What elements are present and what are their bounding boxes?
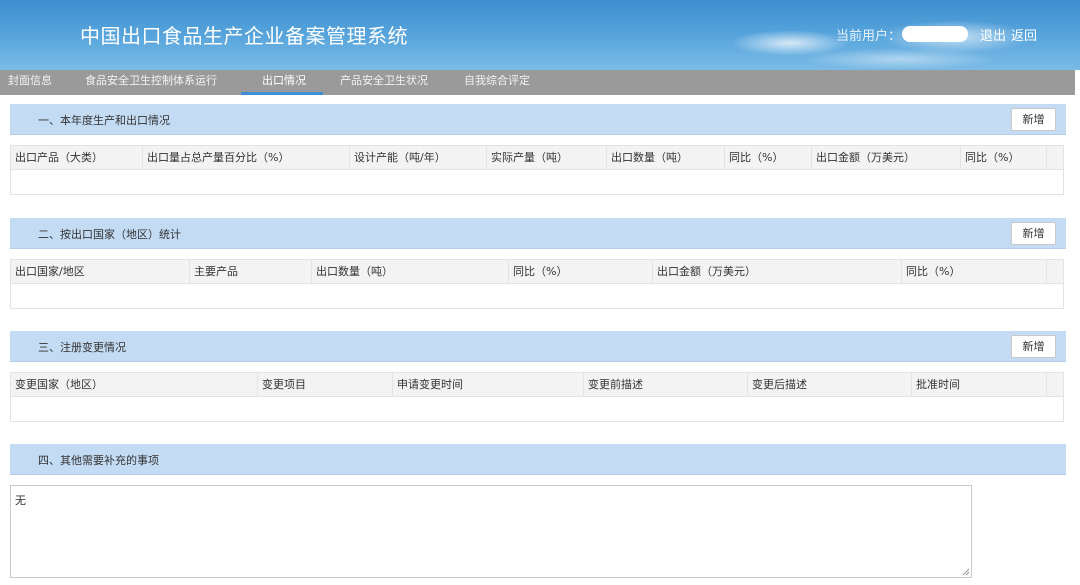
- column-header-spacer: [1047, 146, 1065, 170]
- registration-changes-table: 变更国家（地区） 变更项目 申请变更时间 变更前描述 变更后描述 批准时间: [10, 372, 1064, 422]
- tab-food-safety-system[interactable]: 食品安全卫生控制体系运行: [85, 70, 217, 95]
- column-header: 同比（%）: [725, 146, 812, 170]
- active-tab-indicator: [241, 92, 323, 95]
- section-header-by-country: 二、按出口国家（地区）统计 新增: [10, 218, 1066, 249]
- column-header: 主要产品: [190, 260, 312, 284]
- table-header-row: 出口产品（大类） 出口量占总产量百分比（%） 设计产能（吨/年） 实际产量（吨）…: [11, 146, 1063, 170]
- header-cloud-decoration: [800, 48, 1000, 70]
- nav-tabs: 封面信息 食品安全卫生控制体系运行 出口情况 产品安全卫生状况 自我综合评定: [0, 70, 1075, 95]
- add-button[interactable]: 新增: [1011, 222, 1056, 245]
- resize-grip-icon[interactable]: [960, 566, 970, 576]
- add-button[interactable]: 新增: [1011, 108, 1056, 131]
- table-body-empty: [11, 284, 1063, 308]
- column-header: 变更项目: [258, 373, 393, 397]
- app-header: 中国出口食品生产企业备案管理系统 当前用户： 退出 返回: [0, 0, 1080, 70]
- column-header: 变更后描述: [748, 373, 912, 397]
- column-header: 出口产品（大类）: [11, 146, 143, 170]
- tab-product-safety[interactable]: 产品安全卫生状况: [340, 70, 428, 95]
- redacted-username: [902, 26, 968, 42]
- column-header-spacer: [1047, 260, 1065, 284]
- tab-self-assessment[interactable]: 自我综合评定: [464, 70, 530, 95]
- column-header: 出口数量（吨）: [312, 260, 509, 284]
- section-header-registration-changes: 三、注册变更情况 新增: [10, 331, 1066, 362]
- table-body-empty: [11, 170, 1063, 194]
- column-header: 出口国家/地区: [11, 260, 190, 284]
- column-header: 同比（%）: [902, 260, 1047, 284]
- tab-cover-info[interactable]: 封面信息: [8, 70, 52, 95]
- by-country-table: 出口国家/地区 主要产品 出口数量（吨） 同比（%） 出口金额（万美元） 同比（…: [10, 259, 1064, 309]
- section-title: 四、其他需要补充的事项: [38, 454, 159, 467]
- logout-link[interactable]: 退出: [980, 25, 1006, 44]
- column-header: 实际产量（吨）: [487, 146, 607, 170]
- production-export-table: 出口产品（大类） 出口量占总产量百分比（%） 设计产能（吨/年） 实际产量（吨）…: [10, 145, 1064, 195]
- column-header: 申请变更时间: [393, 373, 584, 397]
- table-header-row: 出口国家/地区 主要产品 出口数量（吨） 同比（%） 出口金额（万美元） 同比（…: [11, 260, 1063, 284]
- column-header: 出口数量（吨）: [607, 146, 725, 170]
- app-title: 中国出口食品生产企业备案管理系统: [80, 24, 408, 48]
- column-header: 出口量占总产量百分比（%）: [143, 146, 350, 170]
- column-header: 设计产能（吨/年）: [350, 146, 487, 170]
- column-header-spacer: [1047, 373, 1065, 397]
- column-header: 批准时间: [912, 373, 1047, 397]
- section-header-production-export: 一、本年度生产和出口情况 新增: [10, 104, 1066, 135]
- column-header: 同比（%）: [961, 146, 1047, 170]
- back-link[interactable]: 返回: [1011, 25, 1037, 44]
- section-title: 二、按出口国家（地区）统计: [38, 228, 181, 241]
- column-header: 出口金额（万美元）: [812, 146, 961, 170]
- section-header-other-matters: 四、其他需要补充的事项: [10, 444, 1066, 475]
- column-header: 变更前描述: [584, 373, 748, 397]
- table-header-row: 变更国家（地区） 变更项目 申请变更时间 变更前描述 变更后描述 批准时间: [11, 373, 1063, 397]
- add-button[interactable]: 新增: [1011, 335, 1056, 358]
- column-header: 出口金额（万美元）: [653, 260, 902, 284]
- section-title: 三、注册变更情况: [38, 341, 126, 354]
- other-matters-textarea[interactable]: 无: [10, 485, 972, 578]
- section-title: 一、本年度生产和出口情况: [38, 114, 170, 127]
- column-header: 同比（%）: [509, 260, 653, 284]
- column-header: 变更国家（地区）: [11, 373, 258, 397]
- table-body-empty: [11, 397, 1063, 421]
- current-user-label: 当前用户：: [836, 29, 902, 44]
